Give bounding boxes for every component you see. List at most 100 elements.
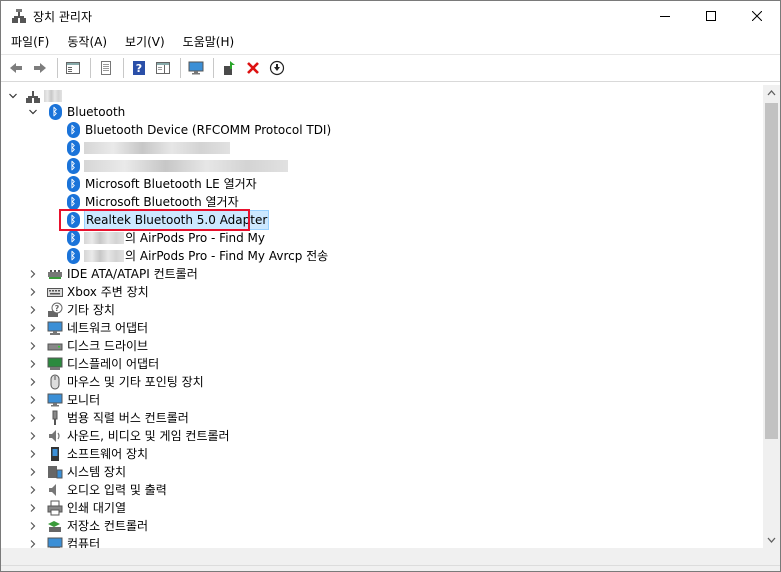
printer-icon xyxy=(47,500,63,516)
category-label: 시스템 장치 xyxy=(67,465,127,479)
category-mice[interactable]: 마우스 및 기타 포인팅 장치 xyxy=(27,373,205,391)
category-other-devices[interactable]: ? 기타 장치 xyxy=(27,301,116,319)
minimize-icon xyxy=(660,16,670,17)
back-button[interactable] xyxy=(5,57,27,79)
device-label: 의 AirPods Pro - Find My xyxy=(125,231,266,245)
chevron-right-icon[interactable] xyxy=(27,322,39,334)
system-device-icon xyxy=(47,464,63,480)
category-label: 마우스 및 기타 포인팅 장치 xyxy=(67,375,204,389)
chevron-right-icon[interactable] xyxy=(27,304,39,316)
close-button[interactable] xyxy=(734,1,780,31)
window-controls xyxy=(642,1,780,31)
title-bar: 장치 관리자 xyxy=(1,1,780,31)
toolbar-separator xyxy=(180,58,181,78)
close-icon xyxy=(752,11,762,21)
maximize-button[interactable] xyxy=(688,1,734,31)
action-pane-icon xyxy=(156,62,170,74)
category-ide-ata[interactable]: IDE ATA/ATAPI 컨트롤러 xyxy=(27,265,199,283)
window-title: 장치 관리자 xyxy=(33,9,93,24)
device-bt-redacted-1[interactable]: ᛒ xyxy=(65,139,230,157)
category-bluetooth[interactable]: ᛒ Bluetooth xyxy=(27,103,126,121)
category-xbox-peripherals[interactable]: Xbox 주변 장치 xyxy=(27,283,150,301)
chevron-right-icon[interactable] xyxy=(27,430,39,442)
category-usb-controllers[interactable]: 범용 직렬 버스 컨트롤러 xyxy=(27,409,190,427)
device-bt-rfcomm[interactable]: ᛒ Bluetooth Device (RFCOMM Protocol TDI) xyxy=(65,121,332,139)
category-label: 오디오 입력 및 출력 xyxy=(67,483,167,497)
minimize-button[interactable] xyxy=(642,1,688,31)
bluetooth-icon: ᛒ xyxy=(65,176,81,192)
chevron-right-icon[interactable] xyxy=(27,448,39,460)
category-storage-controllers[interactable]: 저장소 컨트롤러 xyxy=(27,517,149,535)
keyboard-icon xyxy=(47,284,63,300)
category-audio-io[interactable]: 오디오 입력 및 출력 xyxy=(27,481,168,499)
console-tree-button[interactable] xyxy=(62,57,84,79)
horizontal-scrollbar[interactable] xyxy=(1,548,763,565)
vertical-scroll-thumb[interactable] xyxy=(765,103,778,439)
menu-view[interactable]: 보기(V) xyxy=(119,32,171,52)
properties-button[interactable] xyxy=(95,57,117,79)
help-button[interactable]: ? xyxy=(128,57,150,79)
help-icon: ? xyxy=(133,61,145,75)
bluetooth-icon: ᛒ xyxy=(65,230,81,246)
chevron-right-icon[interactable] xyxy=(27,358,39,370)
device-label: Microsoft Bluetooth LE 열거자 xyxy=(85,177,257,191)
action-pane-button[interactable] xyxy=(152,57,174,79)
device-bt-redacted-2[interactable]: ᛒ xyxy=(65,157,288,175)
scroll-down-icon[interactable] xyxy=(763,531,780,548)
forward-button[interactable] xyxy=(29,57,51,79)
chevron-right-icon[interactable] xyxy=(27,484,39,496)
chevron-right-icon[interactable] xyxy=(27,286,39,298)
category-disk-drives[interactable]: 디스크 드라이브 xyxy=(27,337,149,355)
status-bar xyxy=(1,565,780,571)
bluetooth-icon: ᛒ xyxy=(65,122,81,138)
toolbar-separator xyxy=(123,58,124,78)
menu-action[interactable]: 동작(A) xyxy=(61,32,113,52)
chevron-right-icon[interactable] xyxy=(27,376,39,388)
disable-icon xyxy=(269,60,285,76)
display-adapter-icon xyxy=(47,356,63,372)
category-label: 모니터 xyxy=(67,393,101,407)
device-bt-le-enumerator[interactable]: ᛒ Microsoft Bluetooth LE 열거자 xyxy=(65,175,258,193)
update-driver-button[interactable] xyxy=(218,57,240,79)
speaker-icon xyxy=(47,428,63,444)
category-sound-video-game[interactable]: 사운드, 비디오 및 게임 컨트롤러 xyxy=(27,427,231,445)
unknown-device-icon: ? xyxy=(47,302,63,318)
toolbar-separator xyxy=(213,58,214,78)
vertical-scrollbar[interactable] xyxy=(763,85,780,548)
menu-file[interactable]: 파일(F) xyxy=(5,32,55,52)
bluetooth-icon: ᛒ xyxy=(65,140,81,156)
category-label: 기타 장치 xyxy=(67,303,115,317)
ide-controller-icon xyxy=(47,266,63,282)
category-display-adapters[interactable]: 디스플레이 어댑터 xyxy=(27,355,160,373)
device-airpods-findmy[interactable]: ᛒ 의 AirPods Pro - Find My xyxy=(65,229,266,247)
chevron-right-icon[interactable] xyxy=(27,466,39,478)
bluetooth-icon: ᛒ xyxy=(65,158,81,174)
chevron-right-icon[interactable] xyxy=(27,412,39,424)
device-manager-window: 장치 관리자 파일(F) 동작(A) 보기(V) 도움말(H) ? ᛒ Blue… xyxy=(0,0,781,572)
device-label: 의 AirPods Pro - Find My Avrcp 전송 xyxy=(125,249,329,263)
chevron-right-icon[interactable] xyxy=(27,538,39,548)
category-computer[interactable]: 컴퓨터 xyxy=(27,535,101,548)
chevron-right-icon[interactable] xyxy=(27,394,39,406)
scroll-up-icon[interactable] xyxy=(763,85,780,102)
category-monitors[interactable]: 모니터 xyxy=(27,391,101,409)
disable-button[interactable] xyxy=(266,57,288,79)
chevron-down-icon[interactable] xyxy=(7,90,19,102)
category-print-queues[interactable]: 인쇄 대기열 xyxy=(27,499,127,517)
toolbar-separator xyxy=(90,58,91,78)
chevron-right-icon[interactable] xyxy=(27,268,39,280)
category-software-devices[interactable]: 소프트웨어 장치 xyxy=(27,445,149,463)
category-system-devices[interactable]: 시스템 장치 xyxy=(27,463,127,481)
owner-name-redacted xyxy=(84,232,124,244)
chevron-down-icon[interactable] xyxy=(27,106,39,118)
chevron-right-icon[interactable] xyxy=(27,502,39,514)
category-network-adapters[interactable]: 네트워크 어댑터 xyxy=(27,319,149,337)
category-label: 컴퓨터 xyxy=(67,537,101,548)
chevron-right-icon[interactable] xyxy=(27,520,39,532)
category-label: IDE ATA/ATAPI 컨트롤러 xyxy=(67,267,198,281)
menu-help[interactable]: 도움말(H) xyxy=(177,32,241,52)
uninstall-button[interactable] xyxy=(242,57,264,79)
device-airpods-avrcp[interactable]: ᛒ 의 AirPods Pro - Find My Avrcp 전송 xyxy=(65,247,329,265)
scan-hardware-button[interactable] xyxy=(185,57,207,79)
chevron-right-icon[interactable] xyxy=(27,340,39,352)
